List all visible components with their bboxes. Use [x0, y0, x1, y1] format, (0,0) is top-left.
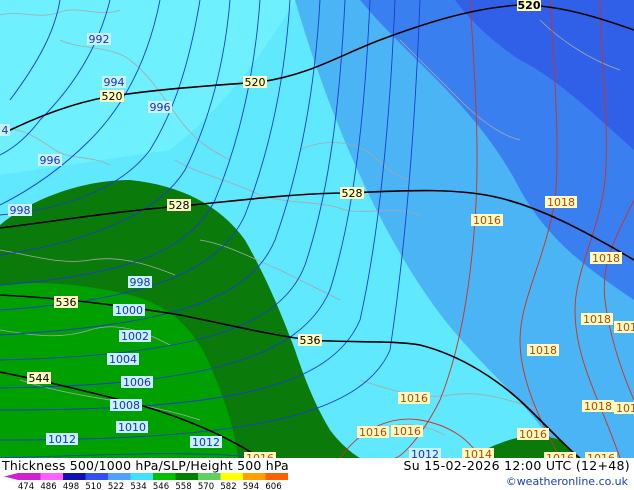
pressure-label: 1018: [529, 344, 557, 357]
legend-swatch: [18, 473, 41, 480]
thickness-label: 544: [29, 372, 50, 385]
thickness-label: 520: [102, 90, 123, 103]
pressure-label: 4: [2, 124, 9, 137]
weather-map: 520 520 520 528 528 536 536 544 992 994 …: [0, 0, 634, 458]
legend-swatch: [243, 473, 266, 480]
pressure-label: 1016: [359, 426, 387, 439]
legend-value: 522: [108, 482, 124, 490]
pressure-label: 1018: [583, 313, 611, 326]
thickness-label: 520: [245, 76, 266, 89]
pressure-label: 992: [89, 33, 110, 46]
pressure-label: 1000: [115, 304, 143, 317]
pressure-label: 1016: [393, 425, 421, 438]
thickness-label: 528: [169, 199, 190, 212]
legend-value: 474: [18, 482, 34, 490]
pressure-label: 1006: [123, 376, 151, 389]
pressure-label: 1012: [48, 433, 76, 446]
legend-swatch: [130, 473, 153, 480]
pressure-label: 1004: [109, 353, 137, 366]
legend-value: 594: [243, 482, 259, 490]
pressure-label: 998: [130, 276, 151, 289]
legend-swatch: [265, 473, 288, 480]
pressure-label: 1016: [519, 428, 547, 441]
pressure-label: 1018: [584, 400, 612, 413]
legend-value: 570: [198, 482, 214, 490]
legend-swatch: [63, 473, 86, 480]
pressure-label: 1018: [547, 196, 575, 209]
legend-swatch: [220, 473, 243, 480]
thickness-label: 536: [300, 334, 321, 347]
legend-value: 582: [220, 482, 236, 490]
pressure-label: 996: [150, 101, 171, 114]
thickness-label: 536: [56, 296, 77, 309]
credit-link[interactable]: ©weatheronline.co.uk: [506, 475, 628, 488]
pressure-label: 1010: [118, 421, 146, 434]
pressure-label: 1012: [411, 448, 439, 458]
legend-value: 486: [40, 482, 56, 490]
color-legend: 474 486 498 510 522 534 546 558 570 582 594 606: [4, 473, 288, 490]
pressure-label: 1014: [464, 448, 492, 458]
legend-swatch: [175, 473, 198, 480]
thickness-label: 520: [518, 0, 541, 12]
pressure-label: 1016: [400, 392, 428, 405]
pressure-label: 1018: [616, 321, 634, 334]
pressure-label: 1016: [473, 214, 501, 227]
pressure-label: 996: [40, 154, 61, 167]
pressure-label: 1002: [121, 330, 149, 343]
valid-time: Su 15-02-2026 12:00 UTC (12+48): [403, 458, 630, 473]
legend-swatch: [40, 473, 63, 480]
legend-value: 510: [85, 482, 101, 490]
thickness-label: 528: [342, 187, 363, 200]
legend-value: 606: [265, 482, 281, 490]
legend-value: 498: [63, 482, 79, 490]
legend-value: 558: [175, 482, 191, 490]
legend-swatch: [85, 473, 108, 480]
map-title: Thickness 500/1000 hPa/SLP/Height 500 hP…: [2, 458, 289, 473]
pressure-label: 1008: [112, 399, 140, 412]
legend-value: 534: [130, 482, 146, 490]
pressure-label: 994: [104, 76, 125, 89]
pressure-label: 1012: [192, 436, 220, 449]
legend-swatch: [153, 473, 176, 480]
legend-swatch: [108, 473, 131, 480]
pressure-label: 998: [10, 204, 31, 217]
legend-value: 546: [153, 482, 169, 490]
legend-arrow: [4, 473, 18, 480]
legend-swatch: [198, 473, 221, 480]
pressure-label: 1018: [592, 252, 620, 265]
pressure-label: 1018: [616, 402, 634, 415]
